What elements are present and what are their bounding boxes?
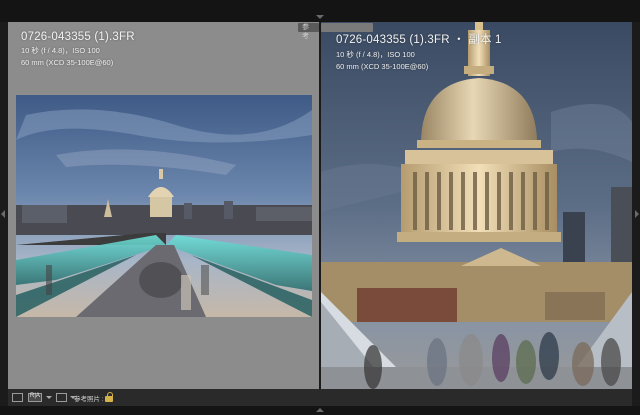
view-dropdown-icon[interactable] [46, 393, 52, 402]
compare-view-button[interactable] [56, 393, 67, 402]
right-panel-toggle-icon[interactable] [635, 210, 639, 218]
candidate-exposure: 10 秒 (f / 4.8)，ISO 100 [336, 50, 415, 59]
candidate-lens: 60 mm (XCD 35-100E@60) [336, 62, 429, 71]
reference-photo-label: 参考照片 : [74, 396, 104, 403]
reference-filename: 0726-043355 (1).3FR [21, 31, 135, 43]
reference-view-button[interactable]: R|A [28, 393, 42, 402]
lock-icon[interactable] [104, 392, 114, 402]
reference-tag: 参考 [298, 23, 319, 40]
reference-lens: 60 mm (XCD 35-100E@60) [21, 58, 114, 67]
candidate-photo[interactable] [321, 22, 632, 389]
candidate-pane[interactable]: 0726-043355 (1).3FR ・ 副本 1 10 秒 (f / 4.8… [321, 22, 632, 389]
bottom-panel-toggle-icon[interactable] [316, 408, 324, 412]
reference-exposure: 10 秒 (f / 4.8)，ISO 100 [21, 46, 100, 55]
top-panel-toggle-icon[interactable] [316, 15, 324, 19]
loupe-view-button[interactable] [12, 393, 23, 402]
bottom-toolbar: R|A 参考照片 : [8, 389, 632, 406]
left-panel-toggle-icon[interactable] [1, 210, 5, 218]
candidate-metadata: 0726-043355 (1).3FR ・ 副本 1 10 秒 (f / 4.8… [336, 31, 502, 71]
candidate-filename: 0726-043355 (1).3FR ・ 副本 1 [336, 34, 502, 46]
reference-metadata: 0726-043355 (1).3FR 10 秒 (f / 4.8)，ISO 1… [21, 31, 135, 67]
reference-photo[interactable] [16, 95, 312, 317]
reference-pane[interactable]: 参考 0726-043355 (1).3FR 10 秒 (f / 4.8)，IS… [8, 22, 319, 389]
